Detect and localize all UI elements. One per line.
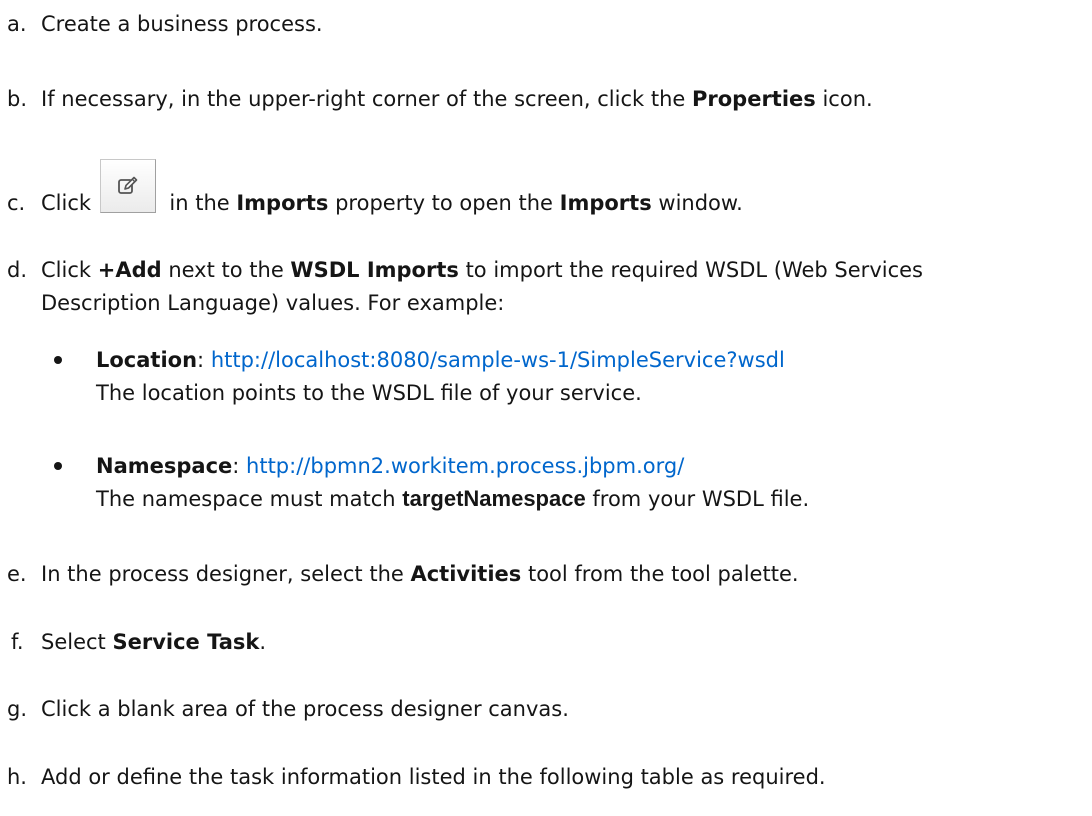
step-text: to import the required WSDL (Web Service…: [458, 258, 923, 282]
bullet-dot: [54, 462, 62, 470]
step-d: d. Click +Add next to the WSDL Imports to…: [7, 254, 923, 286]
properties-term: Properties: [692, 87, 816, 111]
step-a: a. Create a business process.: [7, 8, 323, 40]
step-text: .: [259, 630, 267, 654]
step-letter: g.: [7, 697, 28, 721]
step-text: Select: [41, 630, 113, 654]
step-b: b. If necessary, in the upper-right corne…: [7, 83, 873, 115]
step-text: window.: [651, 191, 743, 215]
step-text: Click a blank area of the process design…: [41, 697, 569, 721]
location-desc: The location points to the WSDL file of …: [96, 381, 642, 405]
step-text: in the: [162, 191, 237, 215]
step-c: c. Click in the Imports property to open …: [7, 159, 743, 245]
edit-button-image: [99, 159, 160, 217]
add-term: +Add: [97, 258, 162, 282]
location-label: Location: [96, 348, 198, 372]
namespace-link[interactable]: http://bpmn2.workitem.process.jbpm.org/: [246, 454, 684, 478]
step-f: f. Select Service Task.: [7, 626, 266, 658]
step-letter: e.: [7, 562, 27, 586]
step-h: h. Add or define the task information lis…: [7, 761, 826, 793]
service-task-term: Service Task: [112, 630, 260, 654]
step-text: If necessary, in the upper-right corner …: [41, 87, 692, 111]
step-text: Click: [41, 258, 98, 282]
step-letter: f.: [11, 630, 24, 654]
step-text: Click: [41, 191, 98, 215]
step-text: tool from the tool palette.: [521, 562, 799, 586]
separator: :: [232, 454, 247, 478]
step-d-line2: Description Language) values. For exampl…: [41, 291, 505, 315]
step-letter: b.: [7, 87, 28, 111]
step-letter: c.: [7, 191, 26, 215]
location-item: Location: http://localhost:8080/sample-w…: [54, 344, 785, 376]
target-namespace-term: targetNamespace: [402, 486, 586, 511]
edit-icon: [117, 176, 138, 194]
step-text: next to the: [161, 258, 291, 282]
step-text: In the process designer, select the: [41, 562, 411, 586]
step-text: Add or define the task information liste…: [41, 765, 826, 789]
namespace-desc: The namespace must match targetNamespace…: [96, 483, 809, 515]
wsdl-imports-term: WSDL Imports: [290, 258, 459, 282]
desc-text: The namespace must match: [96, 487, 403, 511]
separator: :: [197, 348, 211, 372]
namespace-item: Namespace: http://bpmn2.workitem.process…: [54, 450, 684, 482]
imports-term: Imports: [559, 191, 652, 215]
namespace-label: Namespace: [96, 454, 233, 478]
location-link[interactable]: http://localhost:8080/sample-ws-1/Simple…: [211, 348, 785, 372]
step-letter: h.: [7, 765, 27, 789]
step-g: g. Click a blank area of the process desi…: [7, 693, 569, 725]
step-letter: a.: [7, 12, 27, 36]
desc-text: from your WSDL file.: [585, 487, 810, 511]
step-letter: d.: [7, 258, 28, 282]
imports-term: Imports: [236, 191, 329, 215]
activities-term: Activities: [410, 562, 522, 586]
step-text: property to open the: [328, 191, 560, 215]
step-text: icon.: [815, 87, 873, 111]
step-text: Create a business process.: [41, 12, 323, 36]
step-e: e. In the process designer, select the Ac…: [7, 558, 799, 590]
bullet-dot: [54, 356, 62, 364]
